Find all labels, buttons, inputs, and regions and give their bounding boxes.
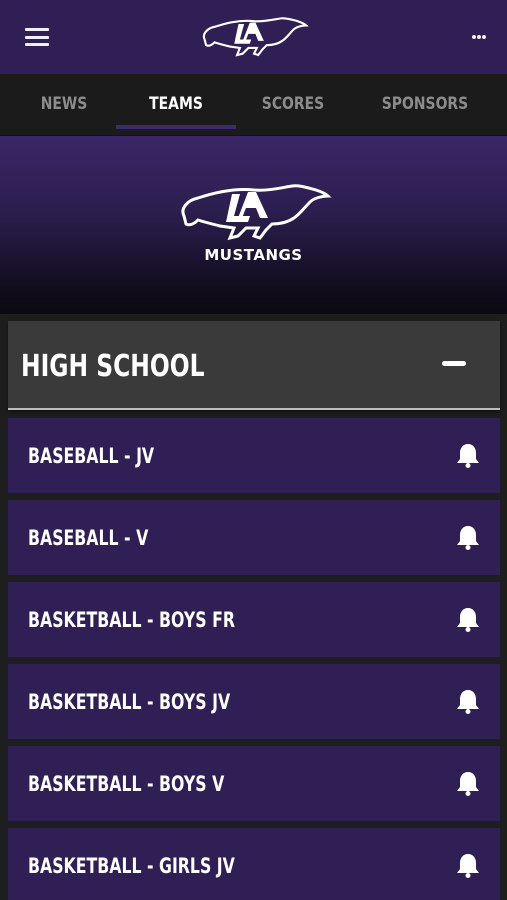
tab-sponsors[interactable]: SPONSORS (364, 74, 487, 134)
minus-icon[interactable] (442, 361, 466, 369)
team-row[interactable]: BASKETBALL - BOYS FR (8, 582, 500, 657)
team-row[interactable]: BASKETBALL - BOYS JV (8, 664, 500, 739)
more-vertical-icon[interactable] (471, 28, 487, 46)
bell-icon[interactable] (456, 688, 480, 714)
team-label: BASEBALL - V (28, 526, 149, 550)
hamburger-menu-icon[interactable] (25, 28, 49, 46)
team-label: BASKETBALL - BOYS JV (28, 690, 231, 714)
la-mustang-logo (181, 184, 332, 241)
tab-news[interactable]: NEWS (12, 74, 117, 134)
team-label: BASKETBALL - GIRLS JV (28, 854, 235, 878)
bell-icon[interactable] (456, 606, 480, 632)
section-title: HIGH SCHOOL (21, 349, 205, 384)
team-row[interactable]: BASEBALL - V (8, 500, 500, 575)
bell-icon[interactable] (456, 852, 480, 878)
team-row[interactable]: BASKETBALL - GIRLS JV (8, 828, 500, 900)
bell-icon[interactable] (456, 770, 480, 796)
tab-bar: NEWS TEAMS SCORES SPONSORS (0, 74, 507, 136)
tab-scores[interactable]: SCORES (246, 74, 339, 134)
team-row[interactable]: BASEBALL - JV (8, 418, 500, 493)
bell-icon[interactable] (456, 442, 480, 468)
bell-icon[interactable] (456, 524, 480, 550)
team-name: MUSTANGS (204, 246, 303, 264)
section-header-high-school[interactable]: HIGH SCHOOL (8, 321, 500, 410)
team-label: BASEBALL - JV (28, 444, 155, 468)
teams-list: HIGH SCHOOL BASEBALL - JV BASEBALL - V B… (0, 314, 507, 900)
team-label: BASKETBALL - BOYS FR (28, 608, 235, 632)
team-row[interactable]: BASKETBALL - BOYS V (8, 746, 500, 821)
team-banner: MUSTANGS (0, 136, 507, 314)
team-label: BASKETBALL - BOYS V (28, 772, 225, 796)
app-header (0, 0, 507, 74)
la-mustang-logo (202, 17, 309, 57)
active-tab-indicator (116, 125, 236, 129)
